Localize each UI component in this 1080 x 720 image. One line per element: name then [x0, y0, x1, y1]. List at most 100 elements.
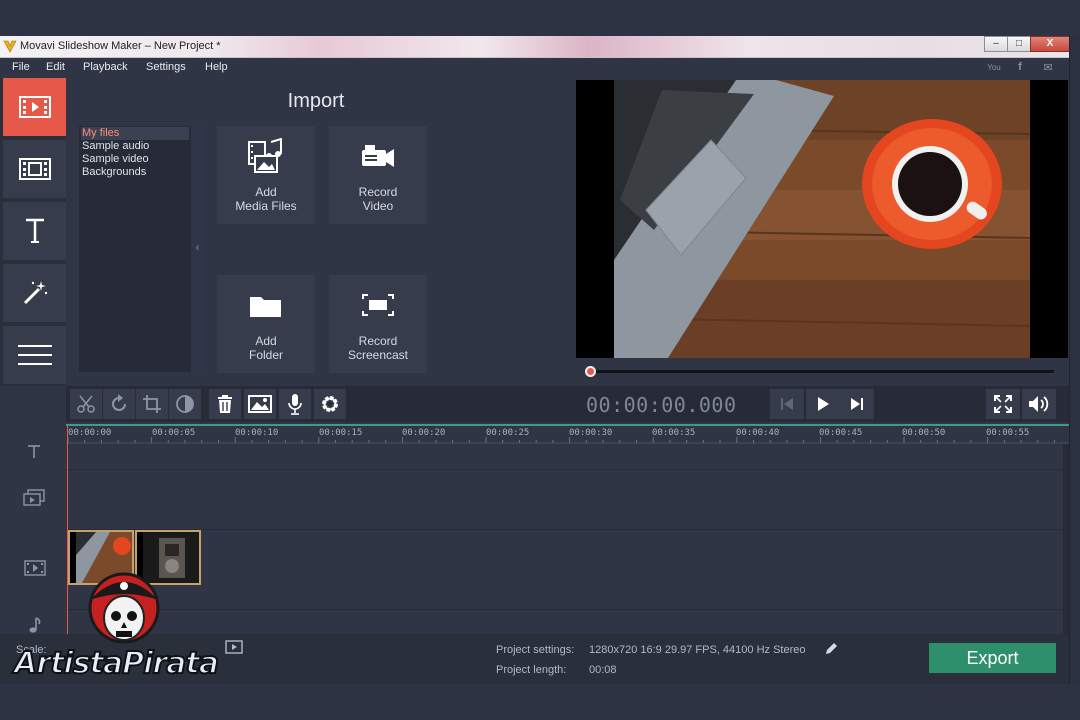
crop-button[interactable] [136, 389, 168, 419]
color-adjust-button[interactable] [169, 389, 201, 419]
transition-icon [18, 158, 51, 180]
project-length-label: Project length: [496, 664, 567, 676]
image-properties-button[interactable] [244, 389, 276, 419]
project-settings-value: 1280x720 16:9 29.97 FPS, 44100 Hz Stereo [589, 644, 806, 656]
media-icon [18, 96, 51, 118]
skip-forward-icon [851, 398, 863, 410]
crop-icon [143, 395, 161, 413]
ruler-label: 00:00:30 [569, 428, 613, 438]
preview-frame [613, 80, 1031, 358]
ruler-label: 00:00:10 [235, 428, 279, 438]
timeline-ruler[interactable]: 00:00:00 00:00:05 00:00:10 00:00:15 00:0… [66, 424, 1069, 444]
text-icon [25, 218, 44, 243]
add-folder-button[interactable]: Add Folder [217, 275, 315, 373]
close-button[interactable]: X [1030, 36, 1069, 52]
cut-button[interactable] [70, 389, 102, 419]
contrast-icon [176, 395, 194, 413]
ruler-label: 00:00:20 [402, 428, 446, 438]
menu-settings[interactable]: Settings [146, 61, 186, 73]
nav-transitions[interactable] [3, 140, 66, 200]
category-my-files[interactable]: My files [81, 127, 189, 140]
record-screencast-label-2: Screencast [347, 348, 409, 362]
left-toolbar [0, 78, 66, 386]
add-media-files-button[interactable]: Add Media Files [217, 126, 315, 224]
project-length-value: 00:08 [589, 664, 617, 676]
delete-button[interactable] [209, 389, 241, 419]
play-button[interactable] [806, 389, 840, 419]
facebook-icon[interactable]: f [1012, 61, 1028, 75]
import-title: Import [287, 90, 345, 112]
maximize-button[interactable]: □ [1007, 36, 1031, 52]
fullscreen-button[interactable] [986, 389, 1020, 419]
add-media-label-2: Media Files [235, 199, 297, 213]
next-frame-button[interactable] [840, 389, 874, 419]
export-button[interactable]: Export [929, 643, 1056, 673]
nav-import[interactable] [3, 78, 66, 138]
ruler-label: 00:00:45 [819, 428, 863, 438]
overlay-track-icon [23, 489, 45, 506]
ruler-label: 00:00:50 [902, 428, 946, 438]
nav-more[interactable] [3, 326, 66, 386]
hamburger-icon [17, 345, 52, 365]
timecode-display: 00:00:00.000 [586, 393, 737, 417]
play-icon [818, 397, 829, 411]
record-video-button[interactable]: Record Video [329, 126, 427, 224]
seek-handle[interactable] [585, 366, 596, 377]
desktop-background-top [0, 0, 1080, 36]
gear-icon [322, 396, 338, 412]
video-preview [576, 80, 1068, 358]
rotate-button[interactable] [103, 389, 135, 419]
record-screencast-label-1: Record [358, 334, 398, 348]
category-sample-audio[interactable]: Sample audio [81, 140, 189, 153]
menu-edit[interactable]: Edit [46, 61, 65, 73]
add-media-label-1: Add [255, 185, 277, 199]
scissors-icon [77, 395, 95, 413]
timeline-scrollbar[interactable] [1063, 444, 1069, 634]
ruler-label: 00:00:00 [68, 428, 112, 438]
microphone-icon [288, 394, 302, 415]
nav-titles[interactable] [3, 202, 66, 262]
fullscreen-icon [994, 395, 1012, 413]
clip-settings-button[interactable] [314, 389, 346, 419]
edit-settings-icon[interactable] [824, 642, 838, 656]
volume-button[interactable] [1022, 389, 1056, 419]
overlay-track[interactable] [66, 470, 1063, 530]
record-video-label-1: Record [358, 185, 398, 199]
add-media-icon [248, 138, 282, 173]
trash-icon [218, 395, 232, 413]
text-track-icon [28, 445, 40, 458]
category-list: My files Sample audio Sample video Backg… [79, 126, 204, 372]
window-title: Movavi Slideshow Maker – New Project * [20, 40, 221, 52]
ruler-label: 00:00:55 [986, 428, 1030, 438]
menu-playback[interactable]: Playback [83, 61, 128, 73]
add-folder-label-1: Add [255, 334, 277, 348]
add-folder-label-2: Folder [248, 348, 283, 362]
title-track[interactable] [66, 444, 1063, 470]
nav-filters[interactable] [3, 264, 66, 324]
ruler-label: 00:00:05 [152, 428, 196, 438]
menu-help[interactable]: Help [205, 61, 228, 73]
edit-toolbar [66, 386, 1069, 422]
ruler-label: 00:00:15 [319, 428, 363, 438]
ruler-label: 00:00:25 [486, 428, 530, 438]
record-audio-button[interactable] [279, 389, 311, 419]
category-backgrounds[interactable]: Backgrounds [81, 166, 189, 179]
youtube-icon[interactable]: You [986, 61, 1002, 75]
vk-icon[interactable]: ✉ [1040, 61, 1056, 75]
camera-icon [362, 145, 394, 167]
seek-bar[interactable] [576, 358, 1068, 386]
record-screencast-button[interactable]: Record Screencast [329, 275, 427, 373]
category-sample-video[interactable]: Sample video [81, 153, 189, 166]
rotate-icon [112, 394, 126, 411]
app-logo-icon [3, 40, 17, 53]
picture-icon [248, 395, 272, 413]
speaker-icon [1029, 396, 1049, 412]
previous-frame-button[interactable] [770, 389, 804, 419]
magic-wand-icon [23, 281, 47, 305]
seek-track[interactable] [596, 370, 1054, 373]
collapse-panel-button[interactable]: ‹ [191, 126, 204, 372]
minimize-button[interactable]: ‒ [984, 36, 1008, 52]
watermark-text: ArtistaPirata [13, 645, 244, 686]
menu-file[interactable]: File [12, 61, 30, 73]
ruler-label: 00:00:35 [652, 428, 696, 438]
